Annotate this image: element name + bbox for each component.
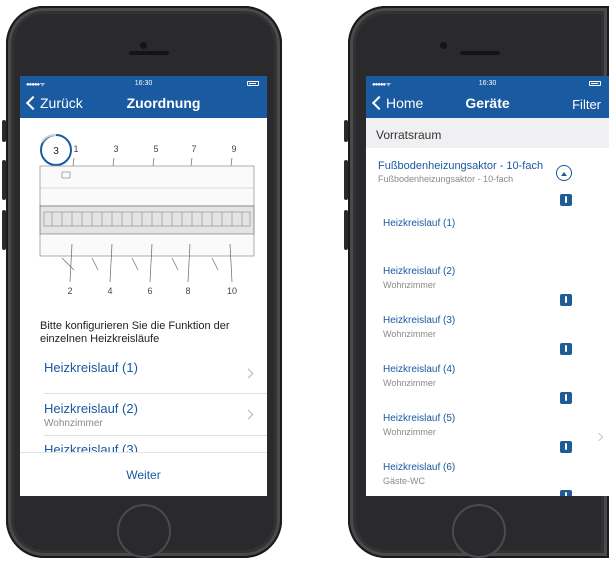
device-title[interactable]: Fußbodenheizungsaktor - 10-fach — [378, 160, 543, 172]
home-button[interactable] — [117, 504, 171, 558]
navigation-bar: ●●●●● ᯤ 16:30 Zurück Zuordnung — [20, 76, 267, 118]
list-item-heizkreislauf-5[interactable]: Heizkreislauf (5) — [383, 413, 455, 424]
step-badge-number: 3 — [53, 146, 59, 157]
thermostat-icon[interactable] — [560, 194, 572, 206]
footer-bar: Weiter — [20, 452, 267, 496]
device-subtitle: Fußbodenheizungsaktor - 10-fach — [378, 174, 514, 184]
front-camera — [440, 42, 447, 49]
home-button[interactable] — [452, 504, 506, 558]
status-time: 16:30 — [478, 80, 497, 87]
navigation-bar: ●●●●● ᯤ 16:30 Home Geräte Filter — [366, 76, 609, 118]
back-chevron-icon — [25, 95, 41, 111]
mute-switch — [344, 120, 348, 142]
list-item-heizkreislauf-2[interactable]: Heizkreislauf (2) Wohnzimmer — [44, 401, 258, 429]
terminal-label-bottom: 10 — [227, 286, 237, 296]
filter-button[interactable]: Filter — [572, 97, 601, 112]
terminal-label-top: 1 — [73, 144, 78, 154]
list-item-subtitle: Wohnzimmer — [383, 280, 436, 290]
instruction-text: Bitte konfigurieren Sie die Funktion der… — [40, 320, 230, 345]
list-item-subtitle: Wohnzimmer — [44, 418, 103, 429]
actuator-wiring-diagram: 3 1 3 5 7 9 2 4 6 8 10 — [39, 133, 255, 296]
list-divider — [44, 435, 267, 436]
list-item-subtitle: Wohnzimmer — [383, 378, 436, 388]
signal-icon: ●●●●● ᯤ — [26, 82, 45, 88]
status-bar: ●●●●● ᯤ 16:30 — [366, 78, 609, 90]
terminal-label-bottom: 6 — [147, 286, 152, 296]
list-divider — [44, 393, 267, 394]
list-item-subtitle: Wohnzimmer — [383, 427, 436, 437]
earpiece-speaker — [129, 51, 169, 55]
thermostat-icon[interactable] — [560, 392, 572, 404]
list-item-heizkreislauf-4[interactable]: Heizkreislauf (4) — [383, 364, 455, 375]
signal-icon: ●●●●● ᯤ — [372, 82, 391, 88]
list-item-heizkreislauf-1[interactable]: Heizkreislauf (1) — [383, 218, 455, 229]
thermostat-icon[interactable] — [560, 343, 572, 355]
actuator-top-housing — [39, 165, 255, 207]
list-item-subtitle: Wohnzimmer — [383, 329, 436, 339]
terminal-label-top: 5 — [153, 144, 158, 154]
terminal-label-bottom: 2 — [67, 286, 72, 296]
list-item-title: Heizkreislauf (1) — [44, 360, 138, 375]
thermostat-icon[interactable] — [560, 294, 572, 306]
section-header: Vorratsraum — [366, 118, 609, 148]
volume-down-button — [344, 210, 348, 250]
volume-down-button — [2, 210, 6, 250]
chevron-right-icon — [594, 432, 604, 442]
mute-switch — [2, 120, 6, 142]
battery-icon — [247, 81, 259, 86]
list-item-heizkreislauf-6[interactable]: Heizkreislauf (6) — [383, 462, 455, 473]
thermostat-icon[interactable] — [560, 441, 572, 453]
terminal-label-top: 3 — [113, 144, 118, 154]
left-screen: ●●●●● ᯤ 16:30 Zurück Zuordnung 3 1 3 5 7… — [20, 76, 267, 496]
next-button[interactable]: Weiter — [126, 468, 160, 482]
terminal-label-bottom: 4 — [107, 286, 112, 296]
list-item-title: Heizkreislauf (2) — [44, 401, 138, 416]
terminal-label-bottom: 8 — [185, 286, 190, 296]
list-item-heizkreislauf-1[interactable]: Heizkreislauf (1) — [44, 360, 258, 379]
terminal-label-top: 7 — [191, 144, 196, 154]
earpiece-speaker — [460, 51, 500, 55]
list-item-heizkreislauf-2[interactable]: Heizkreislauf (2) — [383, 266, 455, 277]
thermostat-icon[interactable] — [560, 490, 572, 496]
list-item-heizkreislauf-3[interactable]: Heizkreislauf (3) — [383, 315, 455, 326]
list-item-subtitle: Gäste-WC — [383, 476, 426, 486]
status-bar: ●●●●● ᯤ 16:30 — [20, 78, 267, 90]
volume-up-button — [2, 160, 6, 200]
battery-icon — [589, 81, 601, 86]
page-title: Zuordnung — [126, 95, 201, 111]
volume-up-button — [344, 160, 348, 200]
collapse-up-icon[interactable] — [556, 165, 572, 181]
terminal-label-top: 9 — [231, 144, 236, 154]
status-time: 16:30 — [134, 80, 153, 87]
right-screen: ●●●●● ᯤ 16:30 Home Geräte Filter Vorrats… — [366, 76, 609, 496]
